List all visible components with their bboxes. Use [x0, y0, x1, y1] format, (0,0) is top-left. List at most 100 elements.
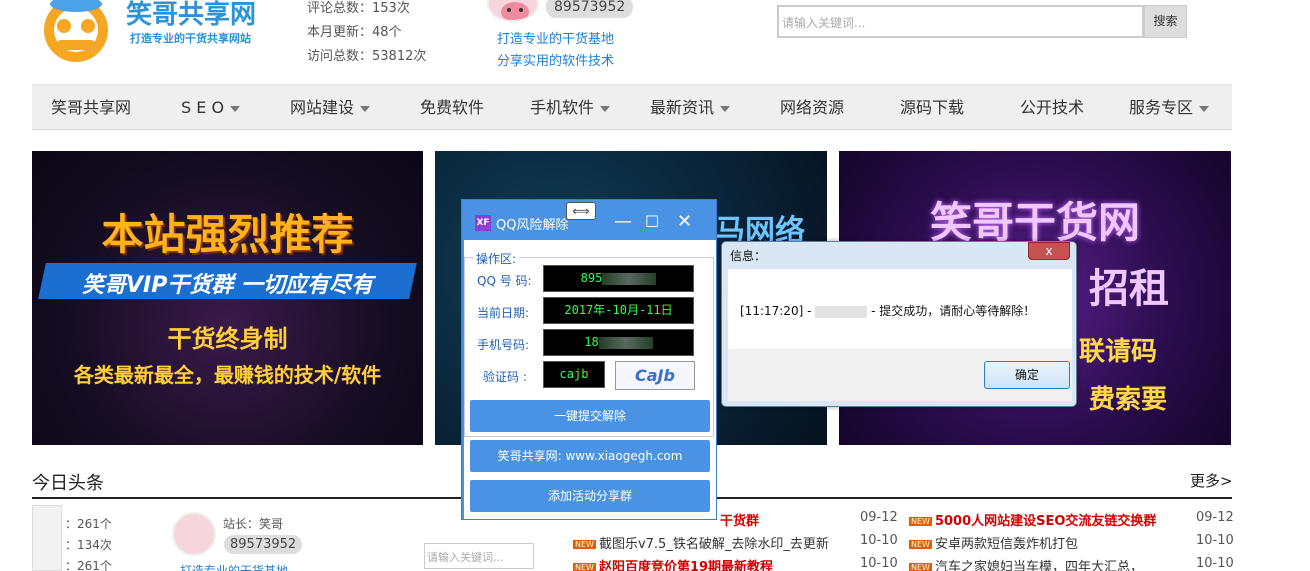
- redacted-mask: [815, 305, 868, 318]
- message-time: [11:17:20] -: [740, 304, 812, 318]
- chevron-down-icon: [1199, 105, 1210, 112]
- search-input[interactable]: 请输入关键词...: [777, 5, 1144, 38]
- news-item[interactable]: NEW 安卓两款短信轰炸机打包: [909, 533, 1078, 552]
- nav-label: 手机软件: [530, 98, 595, 117]
- qq-risk-window: XF QQ风险解除 ⟺ — ☐ ✕ 操作区: QQ 号 码: 895 当前日期:…: [461, 199, 717, 520]
- submit-unlock-button[interactable]: 一键提交解除: [470, 400, 710, 432]
- news-title: 截图乐v7.5_铁名破解_去除水印_去更新: [598, 537, 829, 552]
- news-title: 汽车之家媳妇当车模，四年大汇总，: [934, 560, 1143, 571]
- ok-button[interactable]: 确定: [984, 361, 1070, 389]
- news-date: 10-10: [860, 533, 898, 548]
- nav-label: S E O: [181, 98, 225, 117]
- nav-label: 源码下载: [900, 98, 965, 117]
- date-field[interactable]: 2017年-10月-11日: [543, 297, 694, 324]
- window-title: QQ风险解除: [496, 218, 569, 233]
- group-legend: 操作区:: [473, 250, 520, 267]
- news-item[interactable]: NEW 截图乐v7.5_铁名破解_去除水印_去更新: [573, 533, 829, 552]
- phone-label: 手机号码:: [477, 338, 530, 352]
- field-value: 895: [580, 271, 603, 285]
- captcha-image[interactable]: CaJb: [615, 361, 695, 390]
- site-logo[interactable]: 笑哥共享网 打造专业的干货共享网站: [34, 0, 274, 66]
- stat-comments: 评论总数：153次: [307, 1, 410, 16]
- chevron-down-icon: [720, 105, 731, 112]
- more-link[interactable]: 更多>: [1190, 470, 1233, 491]
- search-button[interactable]: 搜索: [1144, 5, 1187, 38]
- main-nav: 笑哥共享网 S E O 网站建设 免费软件 手机软件 最新资讯 网络资源 源码下…: [32, 84, 1232, 130]
- site-owner: 站长：笑哥: [223, 517, 284, 531]
- nav-item-webdev[interactable]: 网站建设: [290, 85, 371, 131]
- redacted-mask: [598, 336, 653, 349]
- search-input[interactable]: 请输入关键词...: [424, 543, 534, 569]
- nav-label: 网站建设: [290, 98, 355, 117]
- news-item[interactable]: 干货群: [720, 510, 759, 529]
- info-dialog: 信息： x [11:17:20] - - 提交成功，请耐心等待解除！ 确定: [721, 241, 1077, 407]
- news-item[interactable]: NEW 赵阳百度竞价第19期最新教程: [573, 556, 773, 571]
- nav-item-public-tech[interactable]: 公开技术: [1020, 85, 1084, 131]
- lower-stat: ：261个: [65, 517, 112, 531]
- banner-line: 各类最新最全，最赚钱的技术/软件: [73, 363, 382, 387]
- nav-label: 笑哥共享网: [51, 98, 132, 117]
- sidebar-thumbnail: [32, 505, 62, 571]
- new-badge-icon: NEW: [909, 517, 932, 526]
- nav-item-resources[interactable]: 网络资源: [780, 85, 844, 131]
- nav-label: 网络资源: [780, 98, 845, 117]
- phone-field[interactable]: 18: [543, 329, 694, 356]
- captcha-label: 验证码 :: [483, 370, 527, 384]
- news-title: 干货群: [720, 514, 760, 529]
- new-badge-icon: NEW: [909, 540, 932, 549]
- nav-item-free-software[interactable]: 免费软件: [420, 85, 484, 131]
- website-link-button[interactable]: 笑哥共享网: www.xiaogegh.com: [470, 440, 710, 472]
- stat-visits: 访问总数：53812次: [307, 49, 427, 64]
- news-item[interactable]: NEW 5000人网站建设SEO交流友链交换群: [909, 510, 1156, 529]
- app-logo-icon: XF: [475, 215, 491, 231]
- tagline-2[interactable]: 分享实用的软件技术: [497, 50, 614, 69]
- join-group-button[interactable]: 添加活动分享群: [470, 480, 710, 512]
- resize-handle-icon[interactable]: ⟺: [566, 202, 596, 220]
- news-date: 09-12: [860, 510, 898, 525]
- news-date: 10-10: [1196, 533, 1234, 548]
- page: 笑哥共享网 打造专业的干货共享网站 评论总数：153次 本月更新：48个 访问总…: [0, 0, 1310, 571]
- nav-label: 免费软件: [420, 98, 485, 117]
- banner-line: 联请码: [1079, 337, 1158, 367]
- close-button[interactable]: x: [1028, 242, 1070, 260]
- chevron-down-icon: [600, 105, 611, 112]
- lower-stat: ：261个: [65, 559, 112, 571]
- piggy-icon: [501, 2, 529, 20]
- banner-subtitle: 笑哥VIP干货群 一切应有尽有: [82, 273, 373, 298]
- nav-item-home[interactable]: 笑哥共享网: [51, 85, 131, 131]
- tagline[interactable]: 打造专业的干货基地: [180, 562, 288, 571]
- minimize-icon[interactable]: —: [614, 210, 632, 234]
- banner-title: 本站强烈推荐: [101, 210, 354, 259]
- nav-item-seo[interactable]: S E O: [181, 85, 241, 131]
- message-text: - 提交成功，请耐心等待解除！: [871, 304, 1036, 318]
- nav-item-news[interactable]: 最新资讯: [650, 85, 731, 131]
- banner-vip[interactable]: 本站强烈推荐 笑哥VIP干货群 一切应有尽有 干货终身制 各类最新最全，最赚钱的…: [32, 151, 423, 445]
- nav-item-source-code[interactable]: 源码下载: [900, 85, 964, 131]
- news-title: 安卓两款短信轰炸机打包: [934, 537, 1078, 552]
- window-body: 操作区: QQ 号 码: 895 当前日期: 2017年-10月-11日 手机号…: [464, 240, 716, 519]
- dialog-body: [11:17:20] - - 提交成功，请耐心等待解除！: [728, 269, 1072, 349]
- lower-stat: ：134次: [65, 538, 112, 552]
- avatar[interactable]: [172, 512, 216, 556]
- news-date: 10-10: [1196, 556, 1234, 571]
- qq-number-badge: 89573952: [546, 0, 634, 18]
- chevron-down-icon: [230, 105, 241, 112]
- stat-monthly: 本月更新：48个: [307, 25, 402, 40]
- tagline-1[interactable]: 打造专业的干货基地: [497, 28, 614, 47]
- qq-number-label: QQ 号 码:: [477, 274, 532, 288]
- qq-number-field[interactable]: 895: [543, 265, 694, 292]
- news-item[interactable]: NEW 汽车之家媳妇当车模，四年大汇总，: [909, 556, 1143, 571]
- banner-line: 招租: [1089, 266, 1169, 312]
- maximize-icon[interactable]: ☐: [645, 210, 659, 234]
- logo-subtitle: 打造专业的干货共享网站: [130, 32, 251, 45]
- nav-item-services[interactable]: 服务专区: [1129, 85, 1210, 131]
- dialog-title: 信息：: [730, 249, 767, 263]
- close-icon[interactable]: ✕: [677, 210, 692, 234]
- captcha-input[interactable]: cajb: [543, 361, 605, 388]
- section-title: 今日头条: [32, 473, 104, 494]
- avatar[interactable]: [487, 0, 539, 22]
- banner-line: 干货终身制: [167, 325, 288, 353]
- nav-item-mobile-software[interactable]: 手机软件: [530, 85, 611, 131]
- new-badge-icon: NEW: [573, 540, 596, 549]
- nav-label: 最新资讯: [650, 98, 715, 117]
